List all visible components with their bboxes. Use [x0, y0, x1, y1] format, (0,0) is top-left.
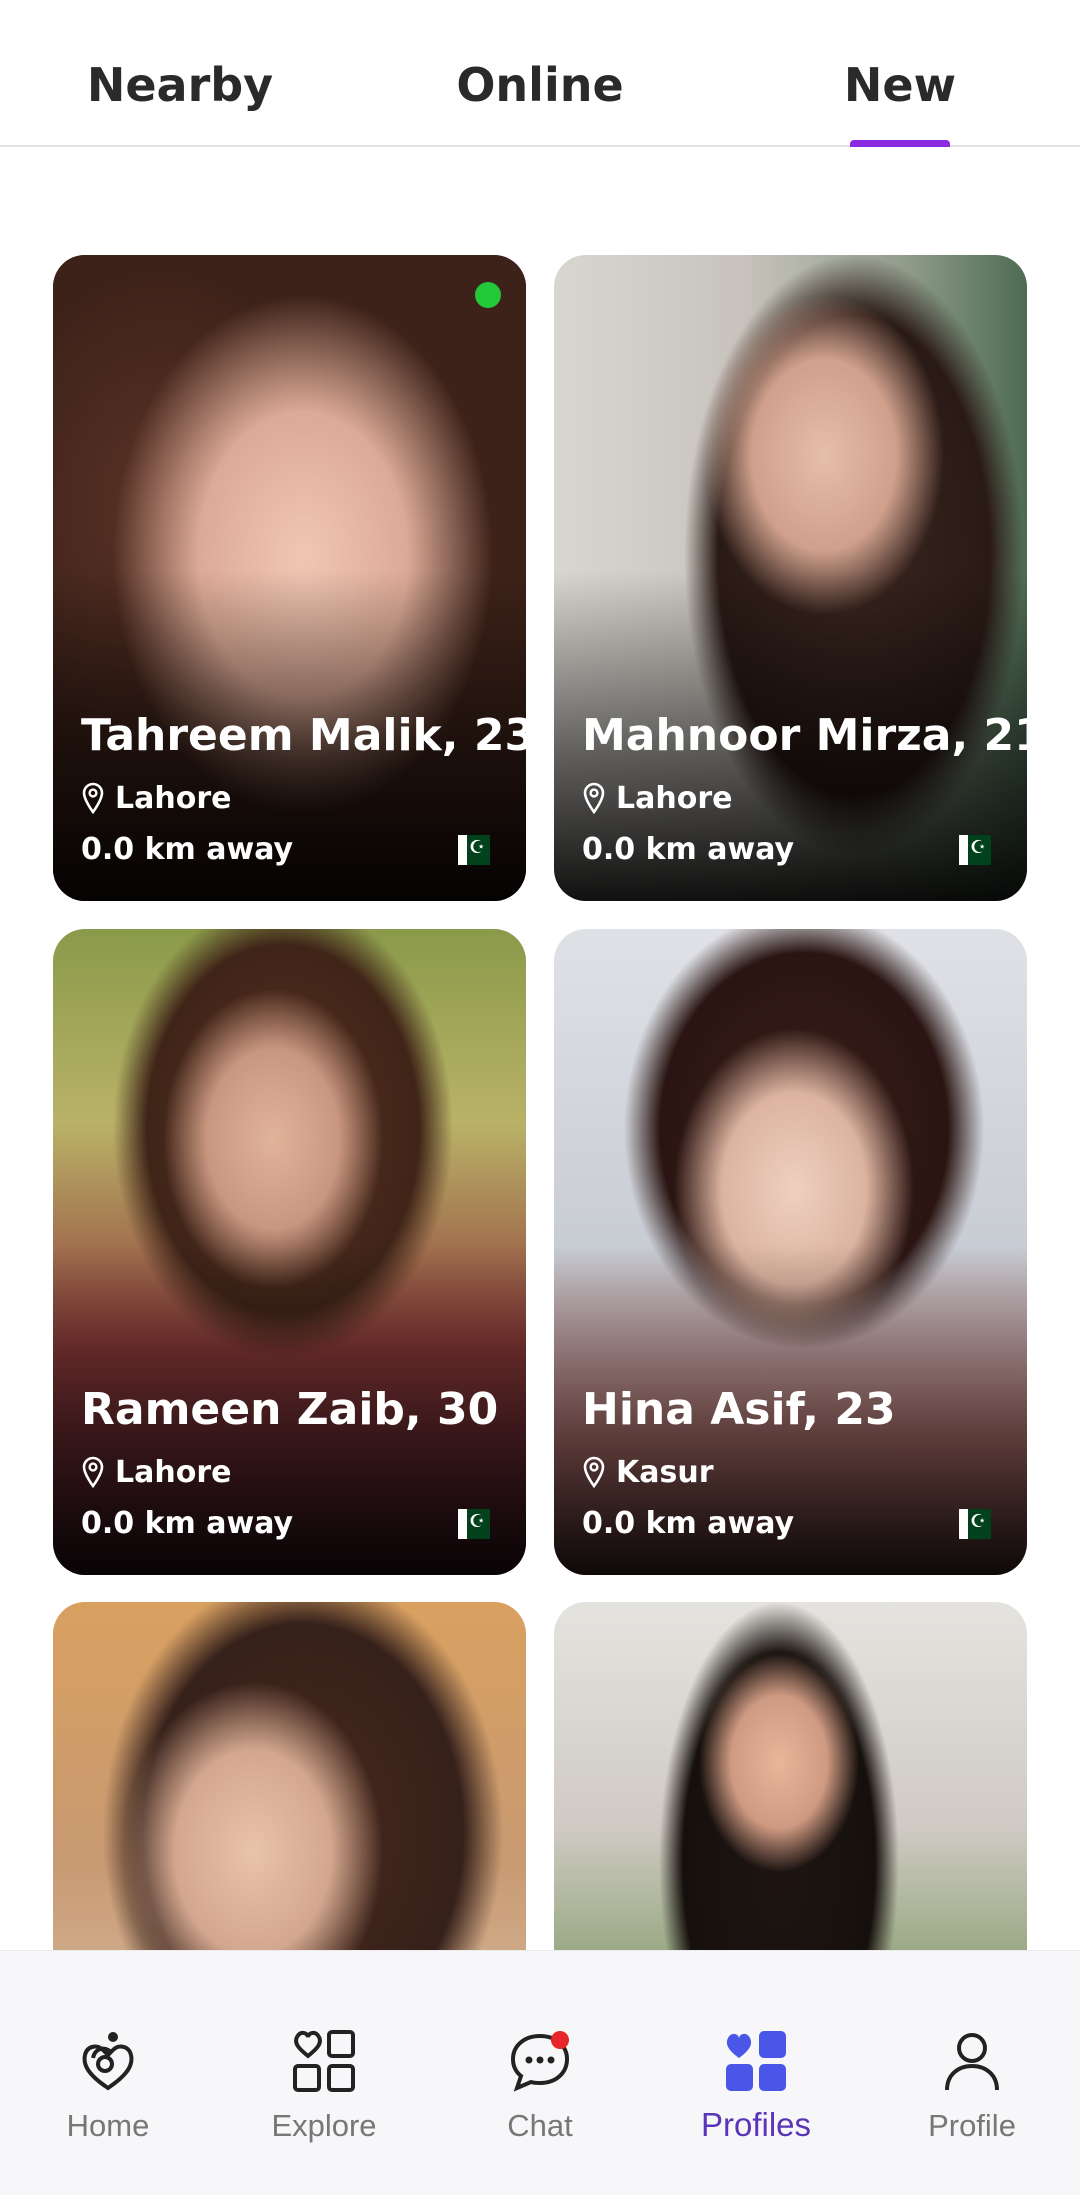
profile-location: Lahore — [582, 780, 732, 816]
profile-card[interactable]: Tahreem Malik, 23 Lahore 0.0 km away — [53, 255, 526, 901]
pakistan-flag-icon — [959, 835, 991, 865]
profile-card[interactable] — [53, 1602, 526, 1950]
nav-home-label: Home — [66, 2108, 150, 2143]
profile-city: Lahore — [115, 780, 232, 816]
nav-profiles-label: Profiles — [700, 2106, 812, 2143]
profile-distance: 0.0 km away — [81, 832, 294, 867]
location-pin-icon — [583, 782, 605, 814]
active-tab-indicator — [850, 140, 950, 147]
nav-home[interactable]: Home — [0, 1951, 216, 2195]
pakistan-flag-icon — [458, 835, 490, 865]
profile-distance: 0.0 km away — [582, 1506, 795, 1541]
top-tab-bar: Nearby Online New — [0, 0, 1080, 147]
home-logo-icon — [82, 2032, 134, 2091]
profiles-grid-icon — [726, 2031, 786, 2091]
profile-name: Tahreem Malik, 23 — [81, 710, 526, 761]
nav-chat[interactable]: Chat — [432, 1951, 648, 2195]
location-pin-icon — [583, 1456, 605, 1488]
profile-photo — [554, 1602, 1027, 1950]
profile-card[interactable]: Rameen Zaib, 30 Lahore 0.0 km away — [53, 929, 526, 1575]
grid-heart-icon — [293, 2030, 355, 2092]
profile-grid[interactable]: Tahreem Malik, 23 Lahore 0.0 km away Mah… — [0, 147, 1080, 1950]
profile-distance: 0.0 km away — [582, 832, 795, 867]
profile-distance: 0.0 km away — [81, 1506, 294, 1541]
location-pin-icon — [82, 782, 104, 814]
profile-name: Hina Asif, 23 — [582, 1384, 896, 1435]
pakistan-flag-icon — [959, 1509, 991, 1539]
nav-explore-label: Explore — [271, 2108, 377, 2143]
profile-name: Rameen Zaib, 30 — [81, 1384, 499, 1435]
nav-profile[interactable]: Profile — [864, 1951, 1080, 2195]
tab-online[interactable]: Online — [420, 55, 660, 115]
profile-city: Kasur — [616, 1454, 714, 1490]
nav-profile-label: Profile — [928, 2108, 1016, 2143]
tab-nearby[interactable]: Nearby — [60, 55, 300, 115]
profile-location: Kasur — [582, 1454, 714, 1490]
pakistan-flag-icon — [458, 1509, 490, 1539]
profile-location: Lahore — [81, 780, 231, 816]
profile-card[interactable]: Hina Asif, 23 Kasur 0.0 km away — [554, 929, 1027, 1575]
person-icon — [945, 2033, 999, 2091]
nav-profiles[interactable]: Profiles — [648, 1951, 864, 2195]
nav-chat-label: Chat — [507, 2108, 573, 2143]
online-status-dot — [475, 282, 501, 308]
nav-explore[interactable]: Explore — [216, 1951, 432, 2195]
profile-city: Lahore — [616, 780, 733, 816]
profile-city: Lahore — [115, 1454, 232, 1490]
profile-card[interactable]: Mahnoor Mirza, 21 Lahore 0.0 km away — [554, 255, 1027, 901]
location-pin-icon — [82, 1456, 104, 1488]
tab-new[interactable]: New — [780, 55, 1020, 115]
chat-notification-badge — [551, 2031, 569, 2049]
profile-name: Mahnoor Mirza, 21 — [582, 710, 1027, 761]
bottom-navigation: Home Explore Chat Profiles Profile — [0, 1950, 1080, 2195]
profile-photo — [53, 1602, 526, 1950]
profile-card[interactable] — [554, 1602, 1027, 1950]
profile-location: Lahore — [81, 1454, 231, 1490]
